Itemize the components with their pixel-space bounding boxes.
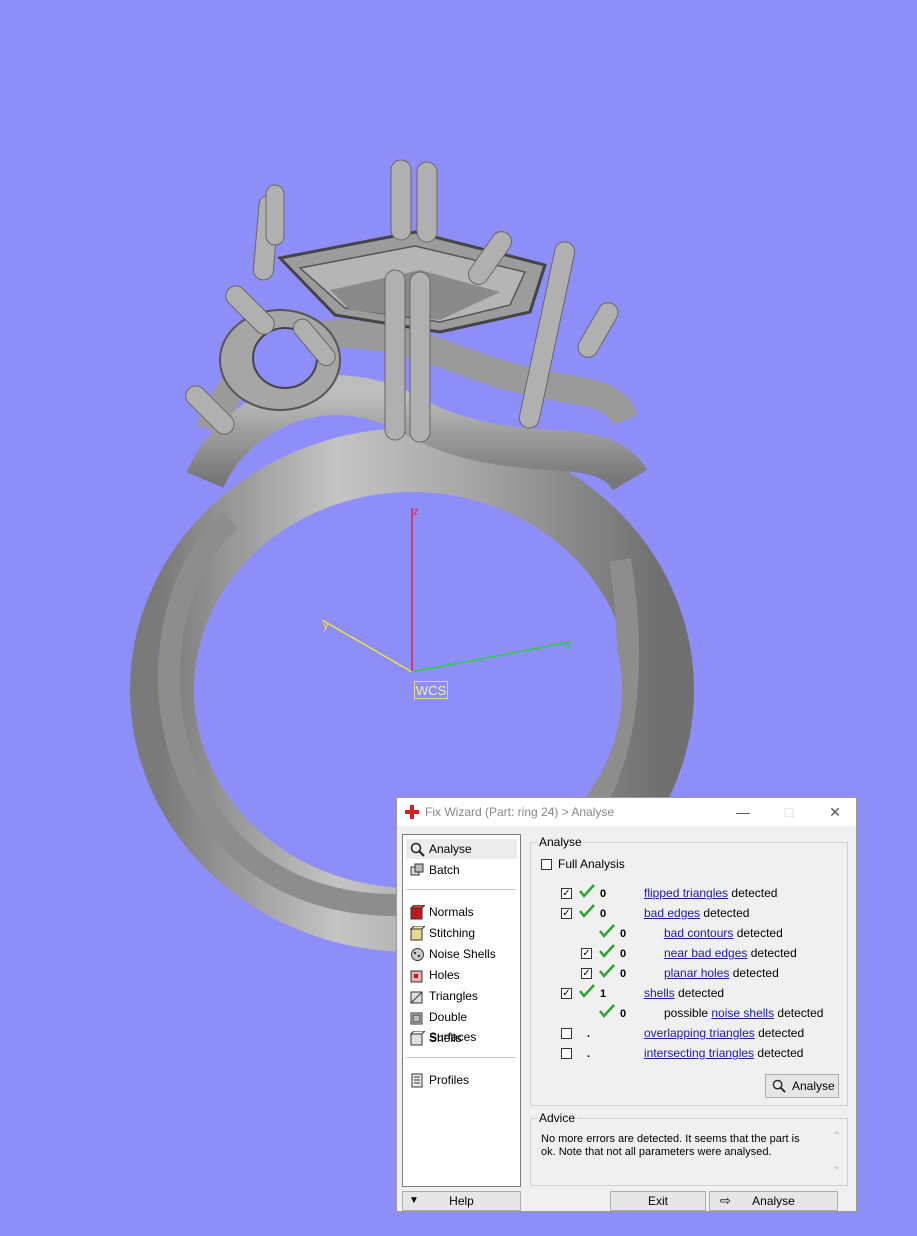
bad-edges-row: bad edges detected	[644, 906, 750, 920]
noise-shells-count: 0	[620, 1008, 627, 1020]
red-cross-icon	[405, 805, 419, 819]
dialog-bottom-bar: ▼ Help Exit ⇨ Analyse	[402, 1191, 852, 1211]
wcs-label: WCS	[414, 681, 448, 699]
normals-cube-icon	[410, 905, 425, 920]
bad-contours-count: 0	[620, 928, 627, 940]
triangle-down-icon: ▼	[409, 1195, 419, 1206]
nav-item-batch[interactable]: Batch	[406, 860, 517, 880]
flipped-triangles-checkbox[interactable]: ✓	[561, 888, 572, 899]
analyse-group-button[interactable]: Analyse	[765, 1074, 839, 1098]
ok-check-icon	[599, 1004, 615, 1018]
analyse-bottom-button[interactable]: ⇨ Analyse	[709, 1191, 838, 1211]
overlapping-triangles-count: .	[587, 1028, 591, 1040]
maximize-button[interactable]: □	[779, 802, 799, 822]
overlapping-triangles-checkbox[interactable]	[561, 1028, 572, 1039]
noise-shells-row: possible noise shells detected	[664, 1006, 824, 1020]
near-bad-edges-link[interactable]: near bad edges	[664, 946, 747, 960]
advice-group: Advice No more errors are detected. It s…	[530, 1111, 848, 1186]
shells-cube-icon	[410, 1031, 425, 1046]
intersecting-triangles-link[interactable]: intersecting triangles	[644, 1046, 754, 1060]
double-surfaces-icon	[410, 1012, 423, 1025]
planar-holes-checkbox[interactable]: ✓	[581, 968, 592, 979]
nav-item-analyse[interactable]: Analyse	[406, 839, 517, 859]
shells-row: shells detected	[644, 986, 725, 1000]
triangles-cube-icon	[410, 991, 423, 1004]
magnifier-icon	[772, 1079, 786, 1093]
exit-button[interactable]: Exit	[610, 1191, 706, 1211]
help-button[interactable]: ▼ Help	[402, 1191, 521, 1211]
fix-wizard-dialog: Fix Wizard (Part: ring 24) > Analyse — □…	[396, 797, 857, 1212]
nav-item-triangles[interactable]: Triangles	[406, 986, 517, 1006]
flipped-triangles-row: flipped triangles detected	[644, 886, 778, 900]
stitching-cube-icon	[410, 926, 425, 941]
nav-separator	[406, 1057, 516, 1058]
ok-check-icon	[579, 904, 595, 918]
shells-checkbox[interactable]: ✓	[561, 988, 572, 999]
intersecting-triangles-checkbox[interactable]	[561, 1048, 572, 1059]
full-analysis-checkbox[interactable]	[541, 859, 552, 870]
planar-holes-count: 0	[620, 968, 627, 980]
advice-text: No more errors are detected. It seems th…	[541, 1133, 800, 1158]
near-bad-edges-row: near bad edges detected	[664, 946, 797, 960]
scroll-down-icon[interactable]: ⌄	[833, 1161, 841, 1172]
near-bad-edges-count: 0	[620, 948, 627, 960]
noise-shells-icon	[411, 948, 424, 961]
dialog-titlebar[interactable]: Fix Wizard (Part: ring 24) > Analyse — □…	[397, 798, 856, 826]
dialog-title: Fix Wizard (Part: ring 24) > Analyse	[425, 805, 615, 819]
batch-icon	[410, 863, 424, 876]
advice-group-legend: Advice	[537, 1111, 578, 1125]
bad-edges-count: 0	[600, 908, 607, 920]
nav-item-noise-shells[interactable]: Noise Shells	[406, 944, 517, 964]
nav-item-holes[interactable]: Holes	[406, 965, 517, 985]
intersecting-triangles-row: intersecting triangles detected	[644, 1046, 804, 1060]
holes-cube-icon	[410, 970, 423, 983]
nav-item-stitching[interactable]: Stitching	[406, 923, 517, 943]
planar-holes-row: planar holes detected	[664, 966, 779, 980]
bad-contours-row: bad contours detected	[664, 926, 783, 940]
nav-item-normals[interactable]: Normals	[406, 902, 517, 922]
ok-check-icon	[599, 964, 615, 978]
bad-contours-link[interactable]: bad contours	[664, 926, 733, 940]
nav-item-double-surfaces[interactable]: Double Surfaces	[406, 1007, 517, 1044]
axis-y-label: y	[323, 620, 329, 632]
ok-check-icon	[599, 924, 615, 938]
analyse-group: Analyse Full Analysis ✓ 0 flipped triang…	[530, 835, 848, 1106]
profiles-icon	[411, 1073, 423, 1088]
bad-edges-checkbox[interactable]: ✓	[561, 908, 572, 919]
nav-item-shells[interactable]: Shells	[406, 1028, 517, 1048]
ok-check-icon	[579, 984, 595, 998]
bad-edges-link[interactable]: bad edges	[644, 906, 700, 920]
overlapping-triangles-link[interactable]: overlapping triangles	[644, 1026, 755, 1040]
axis-z-label: z	[413, 506, 419, 518]
shells-count: 1	[600, 988, 607, 1000]
scroll-up-icon[interactable]: ⌃	[833, 1131, 841, 1142]
flipped-triangles-count: 0	[600, 888, 607, 900]
overlapping-triangles-row: overlapping triangles detected	[644, 1026, 805, 1040]
near-bad-edges-checkbox[interactable]: ✓	[581, 948, 592, 959]
shells-link[interactable]: shells	[644, 986, 675, 1000]
ok-check-icon	[599, 944, 615, 958]
planar-holes-link[interactable]: planar holes	[664, 966, 729, 980]
minimize-button[interactable]: —	[733, 802, 753, 822]
magnifier-icon	[410, 842, 425, 857]
nav-item-profiles[interactable]: Profiles	[406, 1070, 517, 1090]
intersecting-triangles-count: .	[587, 1048, 591, 1060]
close-button[interactable]: ✕	[825, 802, 845, 822]
axis-x-label: x	[566, 640, 572, 652]
flipped-triangles-link[interactable]: flipped triangles	[644, 886, 728, 900]
wizard-nav-panel: Analyse Batch Normals Stitching Noise Sh…	[402, 834, 521, 1187]
noise-shells-link[interactable]: noise shells	[711, 1006, 774, 1020]
ok-check-icon	[579, 884, 595, 898]
nav-separator	[406, 889, 516, 890]
analyse-group-legend: Analyse	[537, 835, 584, 849]
full-analysis-label: Full Analysis	[558, 857, 625, 871]
arrow-right-icon: ⇨	[720, 1193, 731, 1208]
